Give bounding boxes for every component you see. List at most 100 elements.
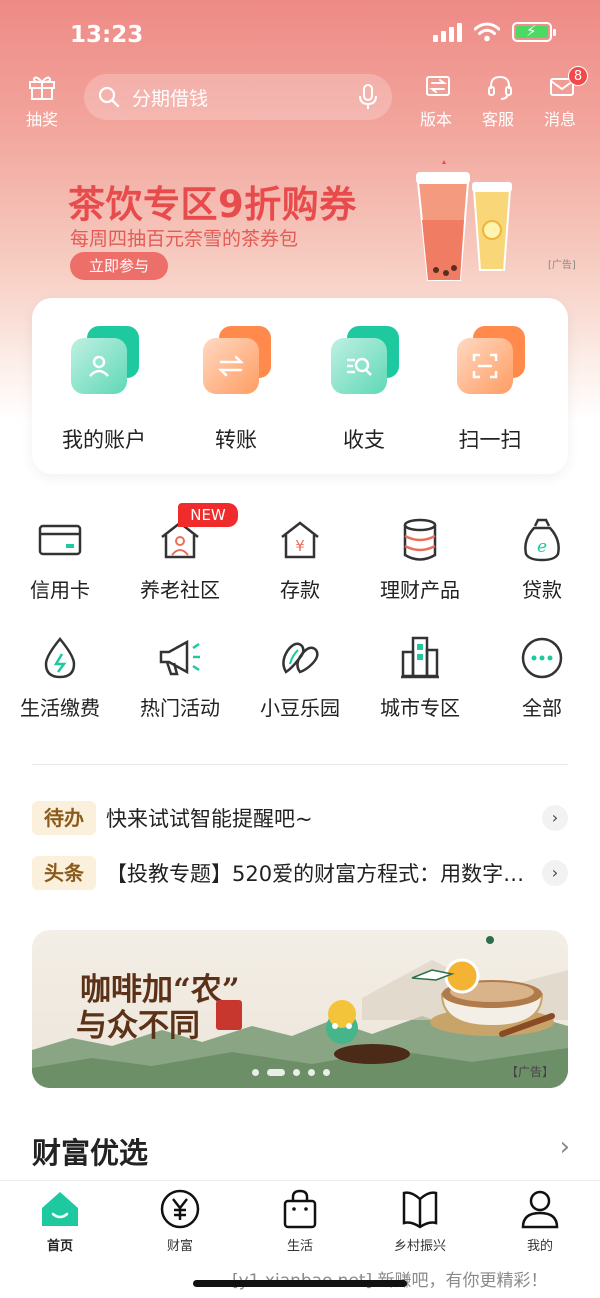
ad-tag: 【广告】 [505, 1065, 554, 1079]
notice-headline[interactable]: 头条 【投教专题】520爱的财富方程式：用数字说爱 › [32, 856, 568, 890]
service-utility-payment[interactable]: 生活缴费 [0, 636, 120, 721]
wealth-product-icon [403, 518, 437, 561]
tab-label: 财富 [166, 1239, 193, 1254]
search-input[interactable]: 分期借钱 [132, 84, 358, 111]
income-expense-icon [331, 326, 399, 394]
transfer-icon [203, 326, 271, 394]
quick-actions-card: 我的账户 转账 收支 扫一扫 [32, 298, 568, 474]
notice-tag: 待办 [32, 801, 96, 835]
customer-service-button[interactable]: 客服 [482, 74, 518, 130]
chevron-right-icon[interactable]: › [542, 860, 568, 886]
service-hot-events[interactable]: 热门活动 [120, 636, 240, 721]
notice-text: 【投教专题】520爱的财富方程式：用数字说爱 [106, 862, 534, 886]
service-label: 贷款 [522, 578, 562, 602]
tab-label: 生活 [286, 1239, 313, 1254]
tab-label: 乡村振兴 [393, 1239, 446, 1254]
service-label: 热门活动 [140, 696, 220, 720]
wifi-icon [474, 22, 500, 42]
quick-action-label: 收支 [343, 428, 385, 452]
service-credit-card[interactable]: 信用卡 [0, 518, 120, 603]
promo-title[interactable]: 茶饮专区9折购券 [68, 174, 357, 228]
service-all[interactable]: 全部 [482, 636, 600, 721]
gift-icon [29, 76, 55, 100]
chevron-right-icon[interactable]: › [560, 1132, 570, 1162]
headset-icon [488, 75, 512, 100]
microphone-icon[interactable] [358, 83, 378, 111]
ad-headline-line2: 与众不同 [76, 1008, 200, 1044]
promo-subtitle: 每周四抽百元奈雪的茶券包 [70, 228, 299, 250]
version-icon [426, 76, 450, 96]
bean-icon [282, 642, 319, 674]
utility-payment-icon [44, 637, 76, 679]
chevron-right-icon[interactable]: › [542, 805, 568, 831]
messages-button[interactable]: 8 消息 [544, 66, 588, 130]
status-time: 13:23 [70, 22, 144, 48]
customer-service-label: 客服 [481, 110, 514, 129]
section-title: 财富优选 [32, 1136, 149, 1170]
service-loan[interactable]: e 贷款 [482, 518, 600, 603]
service-label: 养老社区 [140, 578, 220, 602]
version-button[interactable]: 版本 [420, 74, 456, 130]
version-label: 版本 [419, 110, 452, 129]
quick-action-scan[interactable]: 扫一扫 [430, 326, 550, 454]
notice-todo[interactable]: 待办 快来试试智能提醒吧~ › [32, 801, 568, 835]
notice-text: 快来试试智能提醒吧~ [106, 807, 313, 831]
quick-action-income-expense[interactable]: 收支 [304, 326, 424, 454]
message-count-badge: 8 [568, 66, 588, 86]
book-icon [402, 1191, 438, 1229]
home-indicator[interactable] [193, 1280, 407, 1287]
coffee-ad-banner[interactable]: 咖啡加“农” 与众不同 【广告】 [32, 930, 568, 1088]
home-icon [42, 1192, 78, 1226]
quick-action-transfer[interactable]: 转账 [176, 326, 296, 454]
tab-mine[interactable]: 我的 [480, 1187, 600, 1254]
service-wealth-products[interactable]: 理财产品 [360, 518, 480, 603]
more-icon [521, 637, 563, 679]
service-label: 全部 [522, 696, 562, 720]
status-icons: ⚡ [433, 22, 556, 42]
promo-ad-tag: [广告] [548, 260, 576, 271]
svg-text:¥: ¥ [295, 537, 305, 555]
tab-rural-revitalization[interactable]: 乡村振兴 [360, 1187, 480, 1254]
scan-icon [457, 326, 525, 394]
svg-text:e: e [537, 537, 547, 557]
deposit-icon: ¥ [281, 521, 319, 559]
tab-label: 我的 [526, 1239, 553, 1254]
service-label: 生活缴费 [20, 696, 100, 720]
service-bean-park[interactable]: 小豆乐园 [240, 636, 360, 721]
messages-label: 消息 [543, 110, 576, 129]
search-bar[interactable]: 分期借钱 [84, 74, 392, 120]
signal-icon [433, 22, 462, 42]
loan-icon: e [524, 518, 560, 562]
header-actions: 版本 客服 8 消息 [420, 66, 588, 130]
service-label: 理财产品 [380, 578, 460, 602]
seal-icon [216, 1000, 242, 1030]
account-icon [71, 326, 139, 394]
lottery-button[interactable]: 抽奖 [18, 74, 66, 130]
service-label: 存款 [280, 578, 320, 602]
service-city-zone[interactable]: 城市专区 [360, 636, 480, 721]
lottery-label: 抽奖 [25, 110, 58, 129]
service-deposit[interactable]: ¥ 存款 [240, 518, 360, 603]
credit-card-icon [38, 524, 82, 556]
promo-join-button[interactable]: 立即参与 [70, 252, 168, 280]
service-label: 城市专区 [380, 696, 460, 720]
tab-wealth[interactable]: 财富 [120, 1187, 240, 1254]
divider [32, 764, 568, 765]
service-label: 小豆乐园 [260, 696, 340, 720]
notice-tag: 头条 [32, 856, 96, 890]
shopping-bag-icon [283, 1189, 317, 1229]
tab-life[interactable]: 生活 [240, 1187, 360, 1254]
bubble-tea-illustration [416, 160, 512, 281]
quick-action-my-account[interactable]: 我的账户 [44, 326, 164, 454]
carousel-dots[interactable] [252, 1069, 330, 1076]
quick-action-label: 扫一扫 [458, 428, 522, 452]
quick-action-label: 转账 [215, 428, 257, 452]
user-icon [521, 1190, 559, 1229]
quick-action-label: 我的账户 [62, 428, 146, 452]
tab-label: 首页 [46, 1239, 73, 1254]
service-elderly-community[interactable]: 养老社区 [120, 518, 240, 603]
yen-icon [160, 1189, 200, 1229]
service-label: 信用卡 [30, 578, 90, 602]
tab-home[interactable]: 首页 [0, 1187, 120, 1254]
search-icon [98, 86, 120, 108]
